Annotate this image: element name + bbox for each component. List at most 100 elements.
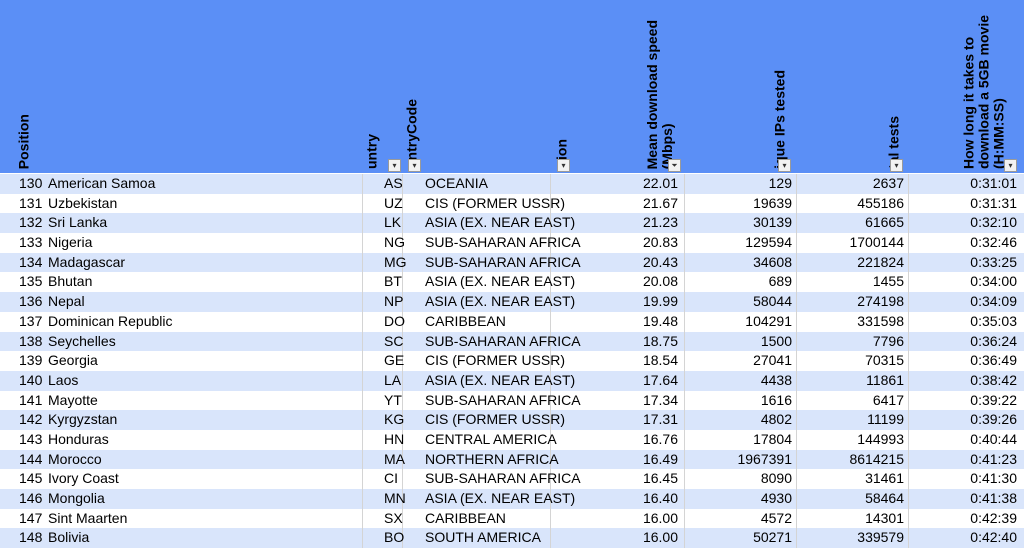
- cell-unique-ips[interactable]: 4930: [761, 489, 792, 509]
- cell-download-time[interactable]: 0:40:44: [970, 430, 1017, 450]
- cell-country[interactable]: Mayotte: [48, 391, 98, 411]
- cell-total-tests[interactable]: 339579: [857, 528, 904, 548]
- download-time-filter-dropdown-icon[interactable]: ▾: [1004, 159, 1017, 172]
- cell-country[interactable]: Kyrgyzstan: [48, 410, 117, 430]
- cell-mean-speed[interactable]: 20.08: [643, 272, 678, 292]
- cell-unique-ips[interactable]: 50271: [753, 528, 792, 548]
- table-row[interactable]: 148 Bolivia BO SOUTH AMERICA 16.00 50271 33957…: [0, 528, 1024, 549]
- table-row[interactable]: 134 Madagascar MG SUB-SAHARAN AFRICA 20.43 34…: [0, 252, 1024, 273]
- cell-country-code[interactable]: MA: [384, 450, 405, 470]
- cell-unique-ips[interactable]: 8090: [761, 469, 792, 489]
- cell-country-code[interactable]: GE: [384, 351, 404, 371]
- cell-mean-speed[interactable]: 16.00: [643, 528, 678, 548]
- cell-country-code[interactable]: BO: [384, 528, 404, 548]
- cell-country-code[interactable]: MN: [384, 489, 406, 509]
- cell-region[interactable]: CARIBBEAN: [425, 509, 506, 529]
- cell-mean-speed[interactable]: 16.49: [643, 450, 678, 470]
- cell-country[interactable]: American Samoa: [48, 174, 155, 194]
- total-tests-filter-dropdown-icon[interactable]: ▾: [890, 159, 903, 172]
- cell-mean-speed[interactable]: 21.67: [643, 194, 678, 214]
- cell-position[interactable]: 146: [19, 489, 42, 509]
- cell-unique-ips[interactable]: 58044: [753, 292, 792, 312]
- cell-region[interactable]: CARIBBEAN: [425, 312, 506, 332]
- cell-country[interactable]: Bhutan: [48, 272, 92, 292]
- header-download-time[interactable]: How long it takes to download a 5GB movi…: [955, 0, 1013, 173]
- cell-total-tests[interactable]: 6417: [873, 391, 904, 411]
- cell-country[interactable]: Nigeria: [48, 233, 92, 253]
- header-region[interactable]: gion: [550, 0, 574, 173]
- cell-unique-ips[interactable]: 4438: [761, 371, 792, 391]
- cell-position[interactable]: 140: [19, 371, 42, 391]
- cell-mean-speed[interactable]: 19.99: [643, 292, 678, 312]
- cell-country-code[interactable]: LA: [384, 371, 401, 391]
- table-row[interactable]: 139 Georgia GE CIS (FORMER USSR) 18.54 27041 7…: [0, 351, 1024, 371]
- cell-download-time[interactable]: 0:39:26: [970, 410, 1017, 430]
- cell-position[interactable]: 141: [19, 391, 42, 411]
- cell-country[interactable]: Laos: [48, 371, 78, 391]
- cell-region[interactable]: ASIA (EX. NEAR EAST): [425, 292, 575, 312]
- region-filter-dropdown-icon[interactable]: ▾: [557, 159, 570, 172]
- cell-region[interactable]: SUB-SAHARAN AFRICA: [425, 253, 581, 273]
- cell-download-time[interactable]: 0:42:40: [970, 528, 1017, 548]
- table-row[interactable]: 145 Ivory Coast CI SUB-SAHARAN AFRICA 16.45 8…: [0, 469, 1024, 489]
- cell-country[interactable]: Mongolia: [48, 489, 105, 509]
- cell-download-time[interactable]: 0:34:00: [970, 272, 1017, 292]
- cell-position[interactable]: 147: [19, 509, 42, 529]
- cell-unique-ips[interactable]: 1967391: [737, 450, 792, 470]
- cell-region[interactable]: OCEANIA: [425, 174, 488, 194]
- cell-unique-ips[interactable]: 17804: [753, 430, 792, 450]
- cell-mean-speed[interactable]: 18.54: [643, 351, 678, 371]
- cell-country[interactable]: Georgia: [48, 351, 98, 371]
- cell-position[interactable]: 132: [19, 213, 42, 233]
- cell-region[interactable]: SOUTH AMERICA: [425, 528, 541, 548]
- cell-download-time[interactable]: 0:41:38: [970, 489, 1017, 509]
- cell-country[interactable]: Nepal: [48, 292, 85, 312]
- table-row[interactable]: 141 Mayotte YT SUB-SAHARAN AFRICA 17.34 1616 6…: [0, 390, 1024, 411]
- cell-region[interactable]: NORTHERN AFRICA: [425, 450, 559, 470]
- cell-download-time[interactable]: 0:39:22: [970, 391, 1017, 411]
- cell-download-time[interactable]: 0:34:09: [970, 292, 1017, 312]
- table-row[interactable]: 142 Kyrgyzstan KG CIS (FORMER USSR) 17.31 480…: [0, 410, 1024, 430]
- cell-unique-ips[interactable]: 4802: [761, 410, 792, 430]
- cell-unique-ips[interactable]: 129594: [745, 233, 792, 253]
- cell-country[interactable]: Sri Lanka: [48, 213, 107, 233]
- cell-country[interactable]: Seychelles: [48, 332, 116, 352]
- cell-unique-ips[interactable]: 30139: [753, 213, 792, 233]
- cell-position[interactable]: 130: [19, 174, 42, 194]
- cell-unique-ips[interactable]: 689: [769, 272, 792, 292]
- cell-mean-speed[interactable]: 16.45: [643, 469, 678, 489]
- cell-country-code[interactable]: SX: [384, 509, 403, 529]
- cell-total-tests[interactable]: 331598: [857, 312, 904, 332]
- cell-country-code[interactable]: KG: [384, 410, 404, 430]
- cell-position[interactable]: 144: [19, 450, 42, 470]
- table-row[interactable]: 135 Bhutan BT ASIA (EX. NEAR EAST) 20.08 689 1…: [0, 272, 1024, 293]
- cell-download-time[interactable]: 0:31:01: [970, 174, 1017, 194]
- cell-download-time[interactable]: 0:35:03: [970, 312, 1017, 332]
- cell-unique-ips[interactable]: 19639: [753, 194, 792, 214]
- table-row[interactable]: 131 Uzbekistan UZ CIS (FORMER USSR) 21.67 196…: [0, 193, 1024, 214]
- table-row[interactable]: 133 Nigeria NG SUB-SAHARAN AFRICA 20.83 12959…: [0, 233, 1024, 253]
- cell-country[interactable]: Dominican Republic: [48, 312, 173, 332]
- cell-download-time[interactable]: 0:41:23: [970, 450, 1017, 470]
- cell-position[interactable]: 139: [19, 351, 42, 371]
- cell-region[interactable]: ASIA (EX. NEAR EAST): [425, 272, 575, 292]
- header-total-tests[interactable]: tal tests: [882, 0, 906, 173]
- cell-country[interactable]: Morocco: [48, 450, 102, 470]
- cell-download-time[interactable]: 0:36:24: [970, 332, 1017, 352]
- cell-total-tests[interactable]: 144993: [857, 430, 904, 450]
- cell-position[interactable]: 134: [19, 253, 42, 273]
- cell-region[interactable]: CIS (FORMER USSR): [425, 410, 565, 430]
- cell-mean-speed[interactable]: 20.83: [643, 233, 678, 253]
- cell-mean-speed[interactable]: 18.75: [643, 332, 678, 352]
- cell-country-code[interactable]: SC: [384, 332, 403, 352]
- cell-download-time[interactable]: 0:33:25: [970, 253, 1017, 273]
- cell-country[interactable]: Honduras: [48, 430, 109, 450]
- cell-unique-ips[interactable]: 1616: [761, 391, 792, 411]
- cell-download-time[interactable]: 0:36:49: [970, 351, 1017, 371]
- cell-country-code[interactable]: CI: [384, 469, 398, 489]
- cell-total-tests[interactable]: 7796: [873, 332, 904, 352]
- cell-position[interactable]: 143: [19, 430, 42, 450]
- cell-total-tests[interactable]: 8614215: [849, 450, 904, 470]
- cell-position[interactable]: 133: [19, 233, 42, 253]
- cell-total-tests[interactable]: 1455: [873, 272, 904, 292]
